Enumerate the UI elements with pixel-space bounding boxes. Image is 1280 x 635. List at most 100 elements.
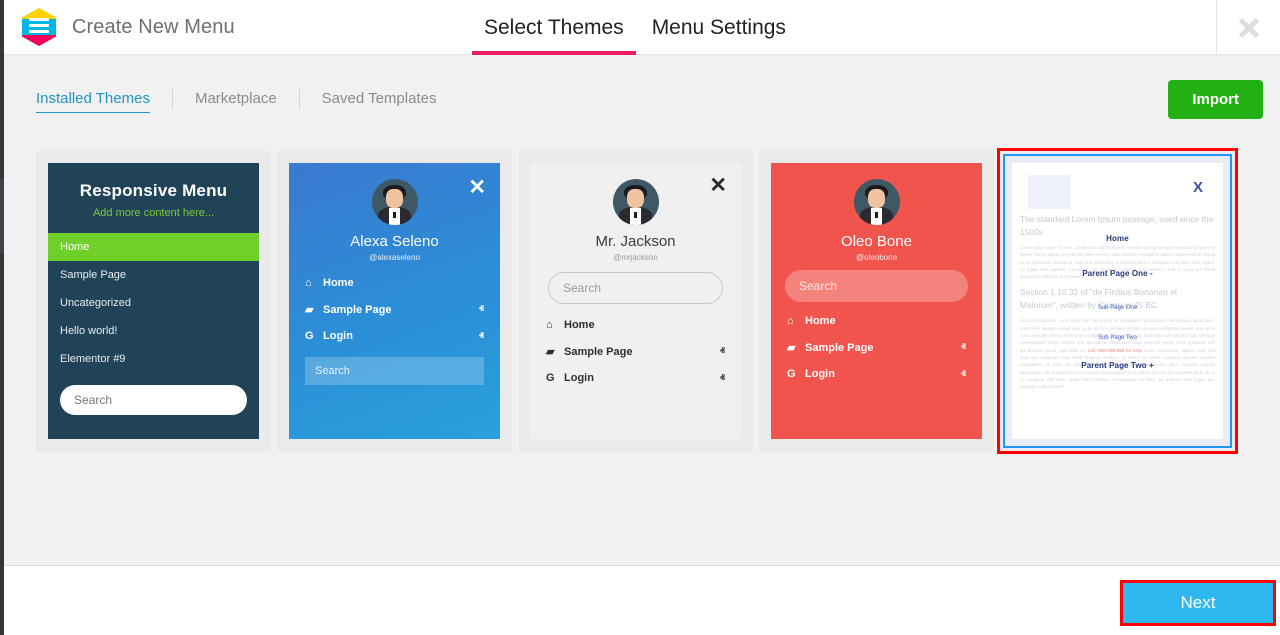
overlay-menu-item-home-label: Home	[1106, 234, 1129, 243]
menu-item-sample-page-label: Sample Page	[323, 303, 392, 316]
themes-body: Installed Themes Marketplace Saved Templ…	[0, 55, 1280, 566]
menu-item-login-label: Login	[564, 372, 594, 384]
close-icon[interactable]: ✕	[709, 173, 727, 198]
menu-item-hello-world[interactable]: Hello world!	[48, 317, 259, 345]
search-input[interactable]: Search	[60, 385, 247, 415]
theme-card-mr-jackson-light[interactable]: ✕ Mr. Jackson @mrjackson Search ⌂ Home ▰…	[518, 151, 753, 451]
profile-username: @mrjackson	[613, 253, 658, 262]
theme-card-alexa-seleno-blue[interactable]: ✕ Alexa Seleno @alexaseleno ⌂ Home ▰ Sam…	[277, 151, 512, 451]
folder-icon: ▰	[546, 346, 555, 358]
overlay-menu-item-home[interactable]: Home	[1012, 228, 1223, 246]
search-input[interactable]: Search	[305, 357, 484, 385]
page-title: Create New Menu	[72, 15, 235, 38]
google-icon: G	[546, 372, 555, 384]
subnav-item-installed-themes-label: Installed Themes	[36, 90, 150, 107]
create-new-menu-wizard: Create New Menu Select Themes Menu Setti…	[0, 0, 1280, 635]
chevron-up-icon[interactable]: ⱏ	[961, 342, 966, 353]
profile-name: Mr. Jackson	[595, 233, 676, 250]
theme-preview-blue: ✕ Alexa Seleno @alexaseleno ⌂ Home ▰ Sam…	[289, 163, 500, 439]
chevron-up-icon[interactable]: ⱏ	[961, 369, 966, 380]
menu-item-elementor-9[interactable]: Elementor #9	[48, 345, 259, 373]
menu-item-home-label: Home	[323, 277, 354, 289]
search-input[interactable]: Search	[548, 272, 723, 304]
theme-red-profile: Oleo Bone @oleobone	[771, 163, 982, 262]
theme-dark-header: Responsive Menu Add more content here...	[48, 163, 259, 233]
menu-item-sample-page[interactable]: ▰ Sample Page ⱏ	[771, 334, 982, 361]
overlay-menu-item-sub-page-one-label: Sub Page One	[1097, 305, 1138, 311]
menu-item-sample-page-label: Sample Page	[805, 341, 874, 354]
chevron-up-icon[interactable]: ⱏ	[720, 373, 725, 384]
theme-preview-red: Oleo Bone @oleobone Search ⌂ Home ▰ Samp…	[771, 163, 982, 439]
search-input[interactable]: Search	[785, 270, 968, 302]
menu-item-home[interactable]: ⌂ Home	[771, 308, 982, 334]
menu-item-home[interactable]: ⌂ Home	[530, 312, 741, 338]
folder-icon: ▰	[305, 304, 314, 316]
subnav-item-saved-templates-label: Saved Templates	[321, 90, 437, 107]
wizard-footer: Next	[0, 566, 1280, 635]
overlay-menu-item-parent-page-one[interactable]: Parent Page One -	[1012, 263, 1223, 281]
next-button-highlight: Next	[1120, 580, 1276, 626]
profile-name: Alexa Seleno	[350, 233, 439, 250]
google-icon: G	[305, 330, 314, 342]
avatar	[853, 179, 900, 225]
overlay-menu-item-parent-page-two-label: Parent Page Two +	[1081, 361, 1154, 370]
chevron-up-icon[interactable]: ⱏ	[720, 346, 725, 357]
home-icon: ⌂	[305, 277, 312, 289]
tab-select-themes-label: Select Themes	[484, 15, 624, 39]
theme-card-oleo-bone-red[interactable]: Oleo Bone @oleobone Search ⌂ Home ▰ Samp…	[759, 151, 994, 451]
menu-hexagon-logo-icon	[22, 8, 56, 46]
theme-dark-title: Responsive Menu	[79, 181, 228, 200]
profile-name: Oleo Bone	[841, 233, 912, 250]
menu-item-home[interactable]: Home	[48, 233, 259, 261]
close-icon[interactable]: X	[1193, 179, 1203, 196]
tab-select-themes[interactable]: Select Themes	[470, 0, 638, 55]
overlay-menu-item-parent-page-two[interactable]: Parent Page Two +	[1012, 355, 1223, 373]
chevron-up-icon[interactable]: ⱏ	[479, 331, 484, 342]
profile-username: @oleobone	[855, 253, 898, 262]
home-icon: ⌂	[787, 315, 794, 327]
folder-icon: ▰	[787, 342, 796, 354]
menu-item-sample-page-label: Sample Page	[564, 345, 633, 358]
menu-item-home[interactable]: ⌂ Home	[289, 270, 500, 296]
theme-card-page-preview-selected[interactable]: X The standard Lorem Ipsum passage, used…	[997, 148, 1238, 454]
overlay-menu-item-sub-page-two[interactable]: Sub Page Two	[1012, 326, 1223, 344]
theme-preview-page: X The standard Lorem Ipsum passage, used…	[1012, 163, 1223, 439]
google-icon: G	[787, 368, 796, 380]
menu-item-home-label: Home	[564, 319, 595, 331]
menu-item-login-label: Login	[323, 330, 353, 342]
theme-preview-dark: Responsive Menu Add more content here...…	[48, 163, 259, 439]
avatar	[371, 179, 418, 225]
theme-dark-subtitle: Add more content here...	[92, 207, 215, 219]
menu-item-home-label: Home	[805, 315, 836, 327]
close-icon[interactable]	[1236, 15, 1262, 41]
home-icon: ⌂	[546, 319, 553, 331]
menu-item-login-label: Login	[805, 368, 835, 380]
menu-item-sample-page[interactable]: ▰ Sample Page ⱏ	[530, 338, 741, 365]
menu-item-login[interactable]: G Login ⱏ	[289, 323, 500, 349]
theme-card-responsive-menu-dark[interactable]: Responsive Menu Add more content here...…	[36, 151, 271, 451]
menu-item-login[interactable]: G Login ⱏ	[530, 365, 741, 391]
overlay-menu-item-sub-page-one[interactable]: Sub Page One	[1012, 296, 1223, 314]
brand: Create New Menu	[22, 8, 235, 46]
menu-item-sample-page[interactable]: Sample Page	[48, 261, 259, 289]
tab-menu-settings[interactable]: Menu Settings	[638, 0, 800, 55]
themes-subnav: Installed Themes Marketplace Saved Templ…	[36, 88, 459, 113]
admin-sidebar-sliver	[0, 0, 4, 635]
menu-item-login[interactable]: G Login ⱏ	[771, 361, 982, 387]
overlay-menu-item-parent-page-one-label: Parent Page One -	[1082, 269, 1153, 278]
profile-username: @alexaseleno	[369, 253, 420, 262]
menu-item-sample-page[interactable]: ▰ Sample Page ⱏ	[289, 296, 500, 323]
site-logo-icon	[1028, 175, 1070, 209]
next-button[interactable]: Next	[1123, 583, 1273, 623]
subnav-item-installed-themes[interactable]: Installed Themes	[36, 88, 172, 113]
wizard-header: Create New Menu Select Themes Menu Setti…	[0, 0, 1280, 55]
phone-link[interactable]: Call 0500-888-888 for help	[1088, 348, 1143, 353]
subnav-item-saved-templates[interactable]: Saved Templates	[300, 88, 459, 110]
import-button[interactable]: Import	[1168, 80, 1263, 119]
header-right	[1216, 0, 1280, 55]
chevron-up-icon[interactable]: ⱏ	[479, 304, 484, 315]
menu-item-uncategorized[interactable]: Uncategorized	[48, 289, 259, 317]
close-icon[interactable]: ✕	[468, 175, 486, 200]
subnav-item-marketplace-label: Marketplace	[194, 90, 277, 107]
subnav-item-marketplace[interactable]: Marketplace	[173, 88, 299, 110]
